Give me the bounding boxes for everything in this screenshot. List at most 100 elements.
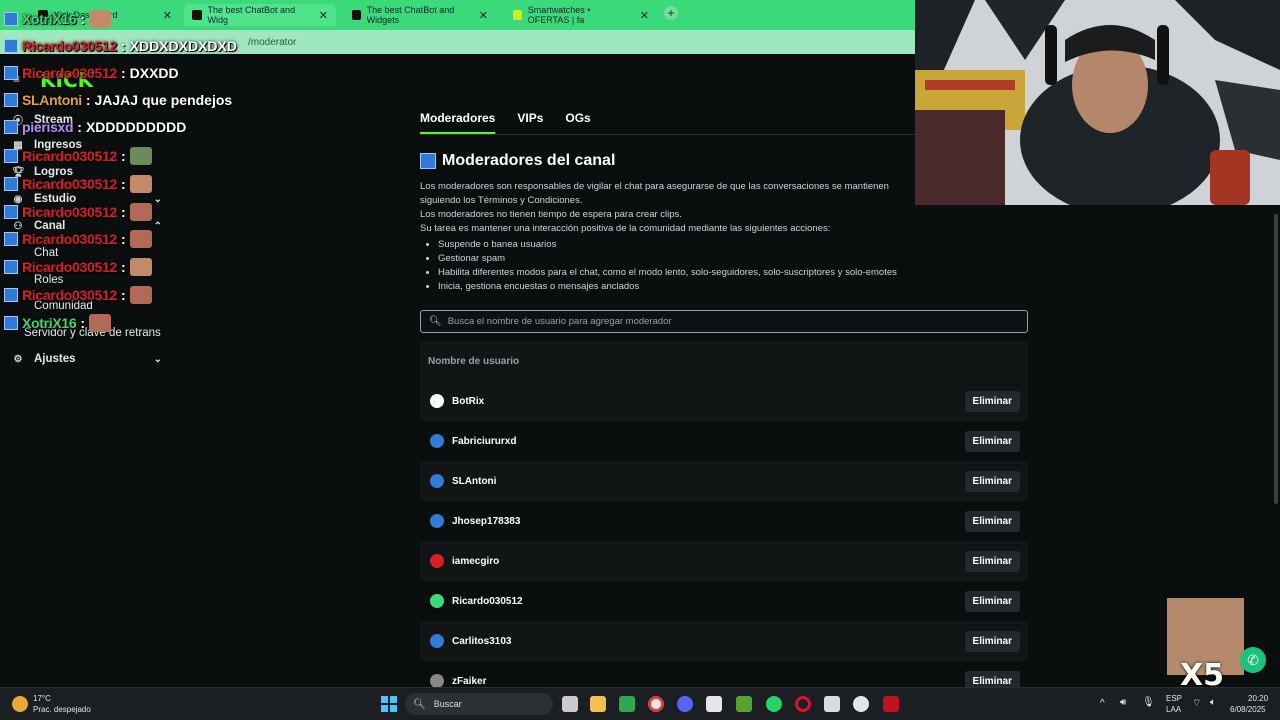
weather-temp[interactable]: 17°C <box>33 694 51 703</box>
moderator-badge-icon <box>4 66 18 80</box>
role-tabs: Moderadores VIPs OGs <box>420 111 591 134</box>
game-icon[interactable] <box>883 696 899 712</box>
speaker-icon[interactable]: 🔊︎ <box>1120 697 1126 708</box>
chat-username: Ricardo030512 <box>22 287 117 303</box>
chat-username: Ricardo030512 <box>22 38 117 54</box>
close-icon[interactable]: ✕ <box>640 9 649 22</box>
chrome-icon[interactable] <box>648 696 664 712</box>
remove-moderator-button[interactable]: Eliminar <box>964 430 1020 452</box>
description-line-4: Su tarea es mantener una interacción pos… <box>420 223 831 234</box>
microphone-icon[interactable]: 🎙︎ <box>1142 697 1155 708</box>
chat-separator: : <box>120 65 126 81</box>
clock-date[interactable]: 6/08/2025 <box>1230 705 1266 714</box>
chat-message: SLAntoni: JAJAJ que pendejos <box>4 92 232 108</box>
chat-separator: : <box>77 119 82 135</box>
emote-icon <box>129 230 152 248</box>
minecraft-icon[interactable] <box>736 696 752 712</box>
discord-icon[interactable] <box>677 696 693 712</box>
chat-separator: : <box>120 148 126 164</box>
search-icon: 🔍︎ <box>413 698 426 710</box>
chevron-down-icon[interactable]: ⌄ <box>154 194 162 205</box>
tab-favicon <box>513 10 522 20</box>
obs-icon[interactable] <box>853 696 869 712</box>
browser-tab-3[interactable]: The best ChatBot and Widgets ✕ <box>344 4 496 26</box>
chat-separator: : <box>120 204 126 220</box>
language-indicator[interactable]: ESP <box>1166 694 1182 703</box>
opera-icon[interactable] <box>795 696 811 712</box>
avatar <box>430 394 444 408</box>
description-line-3: Los moderadores no tienen tiempo de espe… <box>420 209 682 220</box>
chat-username: Ricardo030512 <box>22 65 117 81</box>
chat-username: Ricardo030512 <box>22 204 117 220</box>
scrollbar-thumb[interactable] <box>1274 214 1278 504</box>
chevron-down-icon[interactable]: ⌄ <box>154 354 162 365</box>
chevron-up-icon[interactable]: ^ <box>1100 698 1105 709</box>
clock-time[interactable]: 20:20 <box>1248 694 1268 703</box>
chat-separator: : <box>120 38 126 54</box>
tab-title: The best ChatBot and Widg <box>207 5 296 25</box>
chevron-up-icon[interactable]: ⌃ <box>154 221 162 232</box>
close-icon[interactable]: ✕ <box>163 9 172 22</box>
taskbar-search[interactable]: 🔍︎ Buscar <box>405 693 553 715</box>
moderator-name: Fabriciururxd <box>452 435 517 447</box>
column-header: Nombre de usuario <box>420 341 1028 381</box>
avatar <box>430 434 444 448</box>
tab-moderadores[interactable]: Moderadores <box>420 111 496 134</box>
tab-title: The best ChatBot and Widgets <box>366 5 455 25</box>
task-view-icon[interactable] <box>562 696 578 712</box>
avatar <box>430 594 444 608</box>
tab-favicon <box>192 10 202 20</box>
chat-message: Ricardo030512: <box>4 203 152 221</box>
chat-message: Ricardo030512: DXXDD <box>4 65 179 81</box>
list-item: Inicia, gestiona encuestas o mensajes an… <box>438 280 897 294</box>
app-icon[interactable] <box>824 696 840 712</box>
close-icon[interactable]: ✕ <box>319 9 328 22</box>
search-box[interactable]: 🔍︎ <box>420 310 1028 333</box>
chat-message: Ricardo030512: <box>4 258 152 276</box>
chat-message: pierisxd: XDDDDDDDDD <box>4 119 186 135</box>
remove-moderator-button[interactable]: Eliminar <box>964 470 1020 492</box>
store-icon[interactable] <box>706 696 722 712</box>
tab-vips[interactable]: VIPs <box>517 111 543 134</box>
whatsapp-app-icon[interactable] <box>766 696 782 712</box>
remove-moderator-button[interactable]: Eliminar <box>964 630 1020 652</box>
description-line-2: siguiendo los Términos y Condiciones. <box>420 195 583 206</box>
moderator-name: Ricardo030512 <box>452 595 523 607</box>
chat-separator: : <box>85 92 91 108</box>
list-item: Gestionar spam <box>438 252 897 266</box>
search-input[interactable] <box>447 316 1008 327</box>
file-explorer-icon[interactable] <box>590 696 606 712</box>
browser-tab-2[interactable]: The best ChatBot and Widg ✕ <box>184 4 336 26</box>
remove-moderator-button[interactable]: Eliminar <box>964 590 1020 612</box>
table-row: Fabriciururxd Eliminar <box>420 421 1028 461</box>
chat-message: Ricardo030512: <box>4 286 152 304</box>
weather-desc[interactable]: Prac. despejado <box>33 705 91 714</box>
windows-start-icon[interactable] <box>381 696 397 712</box>
moderator-name: BotRix <box>452 395 485 407</box>
remove-moderator-button[interactable]: Eliminar <box>964 510 1020 532</box>
browser-tab-4[interactable]: Smartwatches • OFERTAS | fa ✕ <box>505 4 657 26</box>
moderator-badge-icon <box>4 205 18 219</box>
moderator-name: Carlitos3103 <box>452 635 512 647</box>
language-indicator-sub[interactable]: LAA <box>1166 705 1181 714</box>
moderators-table: Nombre de usuario BotRix Eliminar Fabriciu… <box>420 341 1028 701</box>
webcam-image <box>915 0 1280 205</box>
remove-moderator-button[interactable]: Eliminar <box>964 390 1020 412</box>
table-row: SLAntoni Eliminar <box>420 461 1028 501</box>
chat-username: XotriX16 <box>22 11 77 27</box>
taskbar: 17°C Prac. despejado 🔍︎ Buscar ^ 🔊︎ 🎙︎ E… <box>0 687 1280 720</box>
close-icon[interactable]: ✕ <box>479 9 488 22</box>
volume-icon[interactable]: 🔈︎ <box>1210 697 1216 708</box>
new-tab-button[interactable]: + <box>664 6 678 20</box>
network-icon[interactable]: ⌔ <box>1192 697 1201 710</box>
webcam-feed <box>915 0 1280 205</box>
remove-moderator-button[interactable]: Eliminar <box>964 550 1020 572</box>
table-row: Ricardo030512 Eliminar <box>420 581 1028 621</box>
emote-icon <box>129 286 152 304</box>
page-title-text: Moderadores del canal <box>442 152 616 169</box>
tab-ogs[interactable]: OGs <box>565 111 590 134</box>
xbox-icon[interactable] <box>619 696 635 712</box>
whatsapp-icon[interactable]: ✆ <box>1240 647 1266 673</box>
sidebar-item-ajustes[interactable]: ⚙ Ajustes ⌄ <box>12 353 162 365</box>
moderator-name: SLAntoni <box>452 475 497 487</box>
